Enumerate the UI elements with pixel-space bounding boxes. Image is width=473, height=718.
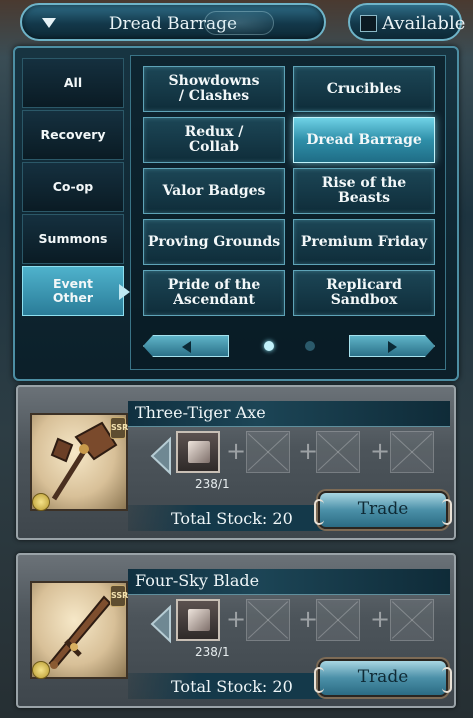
category-recovery[interactable]: Recovery (22, 110, 124, 160)
rank-icon (32, 493, 50, 511)
event-button-label: Proving Grounds (147, 233, 281, 250)
plus-icon: + (370, 605, 391, 633)
material-slot-filled[interactable] (176, 431, 220, 473)
trade-button[interactable]: Trade (314, 491, 452, 529)
event-button-label: Dread Barrage (306, 131, 422, 148)
category-label: Recovery (40, 127, 106, 142)
category-event-other[interactable]: Event Other (22, 266, 124, 316)
dropdown-triangle-icon (42, 18, 56, 28)
material-gem-icon (188, 609, 210, 631)
event-button-valor-badges[interactable]: Valor Badges (143, 168, 285, 214)
plus-icon: + (226, 605, 247, 633)
event-select-dropdown[interactable]: Dread Barrage (20, 3, 326, 41)
rarity-badge: SSR (110, 417, 128, 439)
event-button-label: Showdowns / Clashes (168, 73, 260, 104)
trade-button[interactable]: Trade (314, 659, 452, 697)
category-label: All (63, 75, 83, 90)
materials-prev-arrow-icon[interactable] (146, 433, 176, 479)
trade-item-card: Four-Sky Blade SSR + + + 238/1 Total Sto… (16, 553, 456, 708)
event-button-label: Pride of the Ascendant (167, 277, 261, 308)
material-slot-empty (390, 431, 434, 473)
available-toggle[interactable]: Available (348, 3, 466, 41)
event-button-redux[interactable]: Redux / Collab (143, 117, 285, 163)
item-name: Three-Tiger Axe (135, 403, 266, 422)
material-slot-empty (316, 599, 360, 641)
event-button-label: Rise of the Beasts (321, 175, 407, 206)
rank-icon (32, 661, 50, 679)
event-button-crucibles[interactable]: Crucibles (293, 66, 435, 112)
prev-page-button[interactable] (143, 335, 229, 357)
event-button-pride-of-the-ascendant[interactable]: Pride of the Ascendant (143, 270, 285, 316)
item-name: Four-Sky Blade (135, 571, 260, 590)
category-label: Event Other (52, 276, 94, 305)
total-stock: Total Stock: 20 (171, 677, 293, 696)
material-quantity: 238/1 (195, 645, 230, 659)
event-button-label: Valor Badges (162, 182, 266, 199)
category-label: Co-op (52, 179, 94, 194)
plus-icon: + (370, 437, 391, 465)
event-button-proving-grounds[interactable]: Proving Grounds (143, 219, 285, 265)
material-gem-icon (188, 441, 210, 463)
page-dot (305, 341, 315, 351)
next-page-button[interactable] (349, 335, 435, 357)
materials-prev-arrow-icon[interactable] (146, 601, 176, 647)
available-label: Available (382, 13, 466, 34)
page-dot-active (264, 341, 274, 351)
category-co-op[interactable]: Co-op (22, 162, 124, 212)
category-label: Summons (38, 231, 108, 246)
event-button-label: Crucibles (326, 80, 402, 97)
material-slot-empty (246, 431, 290, 473)
event-button-label: Premium Friday (300, 233, 428, 250)
plus-icon: + (226, 437, 247, 465)
material-slot-empty (390, 599, 434, 641)
category-summons[interactable]: Summons (22, 214, 124, 264)
selected-category-arrow-icon (119, 284, 130, 300)
available-checkbox[interactable] (360, 15, 377, 32)
trade-item-card: Three-Tiger Axe SSR + + + 238/1 Total St… (16, 385, 456, 540)
material-quantity: 238/1 (195, 477, 230, 491)
total-stock: Total Stock: 20 (171, 509, 293, 528)
event-button-showdowns[interactable]: Showdowns / Clashes (143, 66, 285, 112)
rarity-badge: SSR (110, 585, 128, 607)
event-button-premium-friday[interactable]: Premium Friday (293, 219, 435, 265)
ornament-decoration (204, 11, 274, 35)
category-all[interactable]: All (22, 58, 124, 108)
event-button-label: Replicard Sandbox (326, 277, 402, 308)
event-button-label: Redux / Collab (184, 124, 244, 155)
material-slot-filled[interactable] (176, 599, 220, 641)
event-button-dread-barrage[interactable]: Dread Barrage (293, 117, 435, 163)
event-button-rise-of-the-beasts[interactable]: Rise of the Beasts (293, 168, 435, 214)
event-button-replicard-sandbox[interactable]: Replicard Sandbox (293, 270, 435, 316)
material-slot-empty (316, 431, 360, 473)
arrow-left-icon (182, 341, 191, 353)
arrow-right-icon (388, 341, 397, 353)
material-slot-empty (246, 599, 290, 641)
